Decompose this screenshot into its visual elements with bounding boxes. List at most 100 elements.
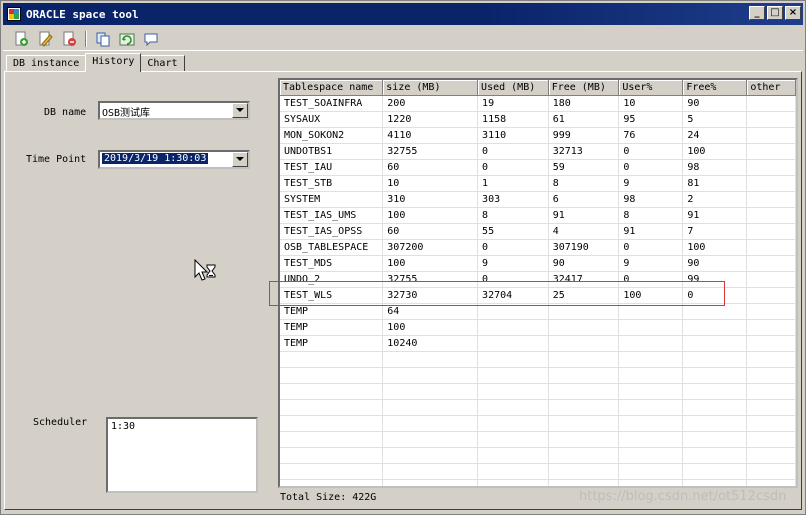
table-cell[interactable]: TEST_IAU [280, 159, 384, 176]
table-cell[interactable]: 60 [382, 223, 479, 240]
table-cell[interactable]: 4 [548, 223, 620, 240]
table-cell[interactable]: 6 [548, 191, 620, 208]
table-cell[interactable] [477, 303, 549, 320]
table-cell[interactable] [746, 127, 796, 144]
table-cell[interactable]: 25 [548, 287, 620, 304]
table-cell[interactable]: 100 [682, 239, 748, 256]
table-cell[interactable]: 180 [548, 95, 620, 112]
column-header[interactable]: Free% [682, 80, 748, 96]
table-cell[interactable]: 90 [548, 255, 620, 272]
table-cell[interactable] [746, 159, 796, 176]
table-row[interactable]: UNDO_2 32755 0 32417 0 99 [280, 271, 796, 288]
tab-db-instance[interactable]: DB instance [6, 55, 87, 72]
table-cell[interactable] [746, 143, 796, 160]
table-cell[interactable]: 32730 [382, 287, 479, 304]
table-cell[interactable] [682, 335, 748, 352]
table-cell[interactable]: 9 [477, 255, 549, 272]
table-cell[interactable]: 59 [548, 159, 620, 176]
db-name-select[interactable]: OSB测试库 [98, 101, 250, 120]
table-row[interactable]: TEST_STB 10 1 8 9 81 [280, 175, 796, 192]
table-cell[interactable]: 90 [682, 255, 748, 272]
table-cell[interactable]: 55 [477, 223, 549, 240]
table-cell[interactable]: 9 [618, 175, 684, 192]
table-cell[interactable]: 1158 [477, 111, 549, 128]
column-header[interactable]: Used (MB) [477, 80, 549, 96]
table-cell[interactable] [746, 207, 796, 224]
table-cell[interactable]: 32755 [382, 143, 479, 160]
table-cell[interactable]: 98 [618, 191, 684, 208]
table-cell[interactable]: 98 [682, 159, 748, 176]
table-cell[interactable]: 0 [618, 143, 684, 160]
table-cell[interactable]: 10 [382, 175, 479, 192]
table-cell[interactable] [746, 335, 796, 352]
table-row[interactable]: UNDOTBS1 32755 0 32713 0 100 [280, 143, 796, 160]
table-cell[interactable]: MON_SOKON2 [280, 127, 384, 144]
column-header[interactable]: Tablespace name [280, 80, 384, 96]
chevron-down-icon[interactable] [232, 152, 248, 167]
table-cell[interactable] [548, 303, 620, 320]
table-cell[interactable]: 100 [382, 319, 479, 336]
table-cell[interactable]: 91 [682, 207, 748, 224]
tab-history[interactable]: History [85, 53, 142, 72]
refresh-icon[interactable] [117, 29, 137, 49]
table-cell[interactable]: 76 [618, 127, 684, 144]
table-cell[interactable] [618, 335, 684, 352]
table-cell[interactable]: UNDOTBS1 [280, 143, 384, 160]
table-cell[interactable]: 100 [682, 143, 748, 160]
table-cell[interactable] [618, 303, 684, 320]
table-cell[interactable]: TEMP [280, 335, 384, 352]
table-cell[interactable]: 100 [382, 255, 479, 272]
table-cell[interactable]: 0 [618, 239, 684, 256]
table-row[interactable]: TEST_IAS_UMS 100 8 91 8 91 [280, 207, 796, 224]
column-header[interactable]: size (MB) [382, 80, 479, 96]
table-cell[interactable]: 64 [382, 303, 479, 320]
table-cell[interactable]: TEST_WLS [280, 287, 384, 304]
table-cell[interactable]: 8 [618, 207, 684, 224]
table-cell[interactable] [746, 95, 796, 112]
table-cell[interactable]: 1220 [382, 111, 479, 128]
table-cell[interactable]: 100 [382, 207, 479, 224]
table-cell[interactable]: 0 [477, 159, 549, 176]
column-header[interactable]: User% [618, 80, 684, 96]
table-cell[interactable]: SYSAUX [280, 111, 384, 128]
table-cell[interactable]: 8 [548, 175, 620, 192]
comment-icon[interactable] [141, 29, 161, 49]
table-row[interactable]: TEMP 10240 [280, 335, 796, 352]
new-icon[interactable] [11, 29, 31, 49]
tablespace-grid[interactable]: Tablespace name size (MB) Used (MB) Free (M… [278, 78, 798, 488]
table-cell[interactable] [477, 319, 549, 336]
table-cell[interactable]: 0 [618, 271, 684, 288]
table-cell[interactable]: 90 [682, 95, 748, 112]
table-cell[interactable]: 3110 [477, 127, 549, 144]
table-row[interactable]: TEST_WLS 32730 32704 25 100 0 [280, 287, 796, 304]
table-cell[interactable]: 310 [382, 191, 479, 208]
minimize-button[interactable]: _ [749, 6, 765, 20]
table-cell[interactable]: 100 [618, 287, 684, 304]
table-cell[interactable] [682, 303, 748, 320]
table-cell[interactable]: TEST_IAS_OPSS [280, 223, 384, 240]
scheduler-textarea[interactable]: 1:30 [106, 417, 258, 493]
time-point-select[interactable]: 2019/3/19 1:30:03 [98, 150, 250, 169]
table-row[interactable]: SYSTEM 310 303 6 98 2 [280, 191, 796, 208]
table-cell[interactable] [548, 319, 620, 336]
table-row[interactable]: TEST_IAS_OPSS 60 55 4 91 7 [280, 223, 796, 240]
table-cell[interactable]: 0 [477, 271, 549, 288]
table-cell[interactable]: TEMP [280, 303, 384, 320]
table-cell[interactable] [746, 191, 796, 208]
edit-icon[interactable] [35, 29, 55, 49]
table-cell[interactable] [746, 287, 796, 304]
table-cell[interactable]: 0 [682, 287, 748, 304]
table-cell[interactable]: 81 [682, 175, 748, 192]
table-cell[interactable]: 10240 [382, 335, 479, 352]
table-cell[interactable]: 19 [477, 95, 549, 112]
table-cell[interactable]: SYSTEM [280, 191, 384, 208]
table-cell[interactable] [548, 335, 620, 352]
title-bar[interactable]: ORACLE space tool _ □ × [3, 3, 803, 25]
table-cell[interactable] [746, 319, 796, 336]
table-cell[interactable]: 0 [477, 239, 549, 256]
table-cell[interactable]: 61 [548, 111, 620, 128]
table-cell[interactable]: UNDO_2 [280, 271, 384, 288]
table-row[interactable]: OSB_TABLESPACE 307200 0 307190 0 100 [280, 239, 796, 256]
table-cell[interactable]: 0 [477, 143, 549, 160]
table-cell[interactable] [746, 271, 796, 288]
